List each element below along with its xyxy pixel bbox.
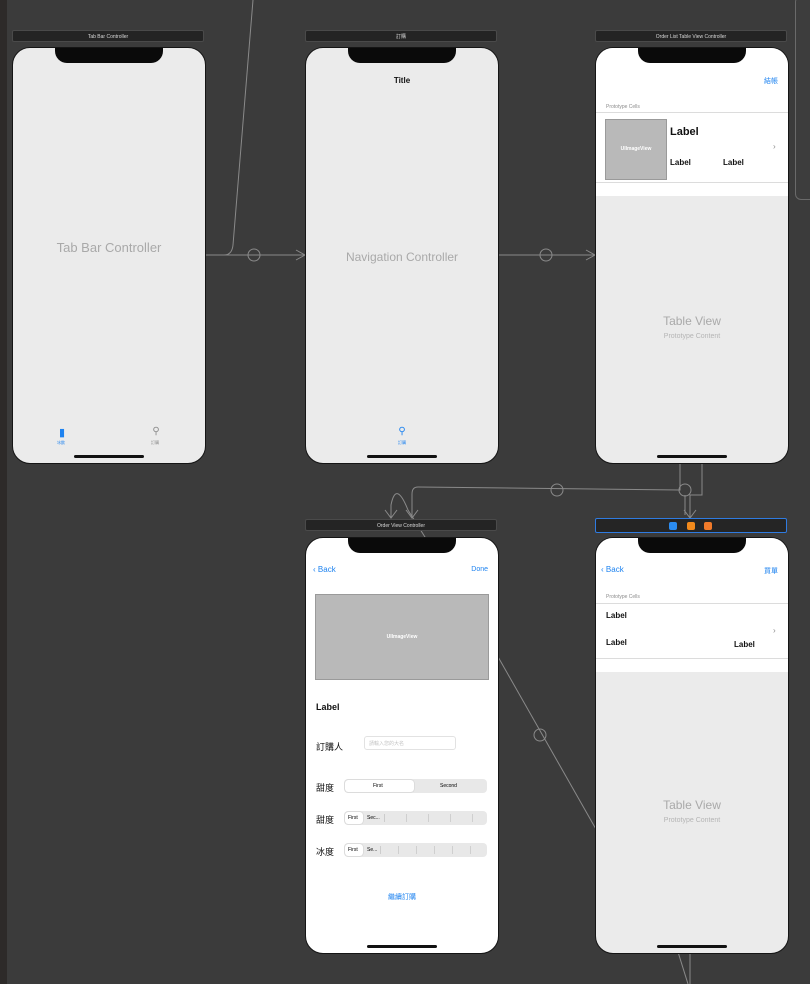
prototype-cells-label: Prototype Cells xyxy=(606,594,640,600)
cell-label-top: Label xyxy=(606,611,627,620)
cell-label-left: Label xyxy=(670,158,691,167)
chevron-left-icon: ‹ xyxy=(601,565,604,574)
cell-image-view: UIImageView xyxy=(605,119,667,180)
sweetness-segmented-control[interactable]: First Second xyxy=(344,779,487,793)
cell-title-label: Label xyxy=(670,126,699,138)
tab-label-order[interactable]: 訂購 xyxy=(392,440,412,446)
home-indicator xyxy=(367,945,437,948)
drink-image-view: UIImageView xyxy=(315,594,489,680)
segment-dividers xyxy=(384,814,485,822)
key-icon[interactable]: ⚲ xyxy=(395,426,409,437)
prototype-cells-label: Prototype Cells xyxy=(606,104,640,110)
nav-area xyxy=(596,538,788,672)
segment-first-label: First xyxy=(348,815,358,821)
scene-title: Navigation Controller xyxy=(345,250,459,264)
checkout-button[interactable]: 結帳 xyxy=(764,76,778,86)
segment-second-label: Sec... xyxy=(367,815,380,821)
drink-name-label: Label xyxy=(316,702,340,712)
done-button[interactable]: Done xyxy=(471,566,488,573)
device-notch xyxy=(638,48,746,63)
cell-label-right: Label xyxy=(723,158,744,167)
segment-first-label: First xyxy=(373,783,383,789)
divider xyxy=(596,658,788,659)
segment-second-label: Second xyxy=(440,783,457,789)
tab-label-order[interactable]: 訂購 xyxy=(145,440,165,446)
divider xyxy=(596,603,788,604)
buyer-name-placeholder: 請輸入您的大名 xyxy=(369,741,405,747)
continue-order-button[interactable]: 繼續訂購 xyxy=(306,892,498,902)
first-responder-icon[interactable] xyxy=(687,522,695,530)
cell-label-bottom-right: Label xyxy=(734,640,755,649)
segment-dividers xyxy=(380,846,485,854)
cell-label-bottom-left: Label xyxy=(606,638,627,647)
sweetness-label-2: 甜度 xyxy=(316,815,335,825)
scene-header-orderview[interactable]: Order View Controller xyxy=(305,519,497,531)
sweetness-label: 甜度 xyxy=(316,783,335,793)
scene-header-nav[interactable]: 訂購 xyxy=(305,30,497,42)
home-indicator xyxy=(657,945,727,948)
chevron-right-icon: › xyxy=(773,626,776,635)
segment-second-label: Se... xyxy=(367,847,378,853)
cup-icon[interactable]: ▮ xyxy=(55,426,69,439)
table-view-label: Table View xyxy=(663,314,721,328)
device-notch xyxy=(348,48,456,63)
orderview-scene[interactable]: ‹ Back Done UIImageView Label 訂購人 請輸入您的大… xyxy=(305,537,499,954)
divider xyxy=(596,112,788,113)
back-button[interactable]: ‹ Back xyxy=(601,565,624,574)
pay-button[interactable]: 買單 xyxy=(764,566,778,576)
table-view-sub: Prototype Content xyxy=(663,817,721,824)
view-controller-icon[interactable] xyxy=(669,522,677,530)
key-icon[interactable]: ⚲ xyxy=(149,426,163,437)
divider xyxy=(596,182,788,183)
scene-title: Tab Bar Controller xyxy=(56,240,162,255)
scene-header-orderlist[interactable]: Order List Table View Controller xyxy=(595,30,787,42)
back-label: Back xyxy=(317,565,336,574)
tabbar-controller-scene[interactable]: Tab Bar Controller ▮ 冰飲 ⚲ 訂購 xyxy=(12,47,206,464)
table-view-label: Table View xyxy=(663,798,721,812)
table-view-sub: Prototype Content xyxy=(663,333,721,340)
home-indicator xyxy=(74,455,144,458)
ice-label: 冰度 xyxy=(316,847,335,857)
home-indicator xyxy=(657,455,727,458)
detail-table-scene[interactable]: ‹ Back 買單 Prototype Cells Label Label La… xyxy=(595,537,789,954)
buyer-label: 訂購人 xyxy=(316,742,344,752)
ice-segmented-control[interactable]: First Se... xyxy=(344,843,487,857)
chevron-right-icon: › xyxy=(773,142,776,151)
back-button[interactable]: ‹ Back xyxy=(313,565,336,574)
device-notch xyxy=(55,48,163,63)
device-notch xyxy=(638,538,746,553)
navigation-controller-scene[interactable]: Title Navigation Controller ⚲ 訂購 xyxy=(305,47,499,464)
sweetness-segmented-control-2[interactable]: First Sec... xyxy=(344,811,487,825)
back-label: Back xyxy=(605,565,624,574)
nav-title: Title xyxy=(393,76,411,85)
tab-label-drinks[interactable]: 冰飲 xyxy=(51,440,71,446)
exit-icon[interactable] xyxy=(704,522,712,530)
segment-first-label: First xyxy=(348,847,358,853)
device-notch xyxy=(348,538,456,553)
scene-header-tabbar[interactable]: Tab Bar Controller xyxy=(12,30,204,42)
buyer-name-field[interactable]: 請輸入您的大名 xyxy=(364,736,456,750)
chevron-left-icon: ‹ xyxy=(313,565,316,574)
orderlist-scene[interactable]: 結帳 Prototype Cells UIImageView Label Lab… xyxy=(595,47,789,464)
home-indicator xyxy=(367,455,437,458)
scene-header-detail[interactable] xyxy=(595,518,787,533)
